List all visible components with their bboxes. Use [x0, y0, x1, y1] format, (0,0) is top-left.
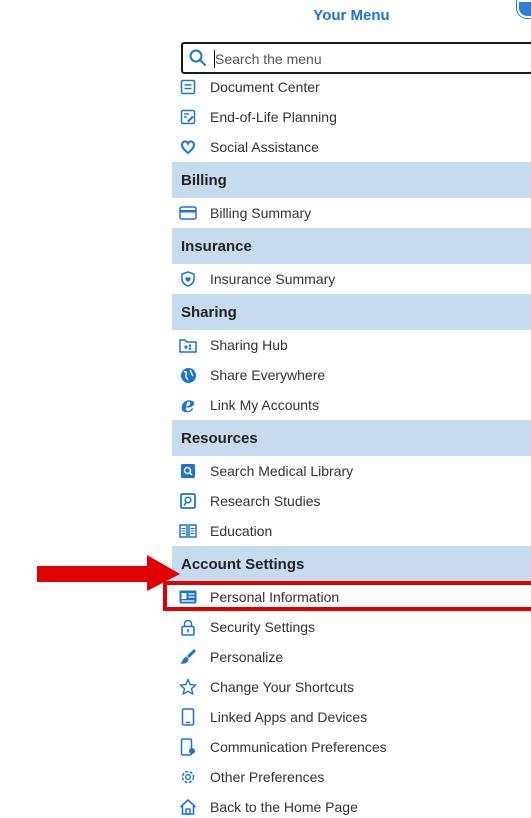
search-input[interactable] [215, 47, 515, 71]
menu-item-label: Share Everywhere [210, 367, 326, 383]
menu-item-label: Sharing Hub [210, 337, 288, 353]
globe-icon [179, 366, 197, 384]
menu-item-end-of-life-planning[interactable]: End-of-Life Planning [172, 102, 531, 132]
section-title: Billing [181, 172, 227, 189]
menu-item-back-to-home-page[interactable]: Back to the Home Page [172, 792, 531, 818]
section-header-sharing: Sharing [172, 294, 531, 330]
library-search-icon [179, 462, 197, 480]
menu-item-research-studies[interactable]: Research Studies [172, 486, 531, 516]
menu-item-billing-summary[interactable]: Billing Summary [172, 198, 531, 228]
menu-item-label: Other Preferences [210, 769, 325, 785]
menu-item-label: Communication Preferences [210, 739, 387, 755]
menu-item-label: Social Assistance [210, 139, 319, 155]
menu-item-personalize[interactable]: Personalize [172, 642, 531, 672]
lock-icon [179, 618, 197, 636]
home-icon [179, 798, 197, 816]
menu-item-label: Change Your Shortcuts [210, 679, 354, 695]
menu-panel: Your Menu Document Center End-of-Life Pl… [172, 0, 531, 818]
menu-item-label: Billing Summary [210, 205, 312, 221]
section-header-resources: Resources [172, 420, 531, 456]
shield-icon [179, 270, 197, 288]
menu-item-label: Research Studies [210, 493, 321, 509]
credit-card-icon [179, 204, 197, 222]
section-header-account-settings: Account Settings [172, 546, 531, 582]
menu-item-communication-preferences[interactable]: Communication Preferences [172, 732, 531, 762]
menu-item-label: Insurance Summary [210, 271, 336, 287]
menu-item-link-my-accounts[interactable]: e Link My Accounts [172, 390, 531, 420]
menu-item-change-your-shortcuts[interactable]: Change Your Shortcuts [172, 672, 531, 702]
gear-icon [179, 768, 197, 786]
menu-item-label: Link My Accounts [210, 397, 319, 413]
menu-title: Your Menu [313, 7, 390, 24]
menu-item-search-medical-library[interactable]: Search Medical Library [172, 456, 531, 486]
annotation-arrow [37, 555, 180, 591]
menu-item-label: Document Center [210, 79, 320, 95]
sharing-hub-icon [179, 336, 197, 354]
menu-item-other-preferences[interactable]: Other Preferences [172, 762, 531, 792]
menu-item-label: Search Medical Library [210, 463, 354, 479]
heart-hand-icon [179, 138, 197, 156]
menu-item-label: Personalize [210, 649, 284, 665]
menu-item-label: Linked Apps and Devices [210, 709, 368, 725]
menu-item-label: Education [210, 523, 273, 539]
search-box[interactable] [181, 42, 531, 74]
menu-list[interactable]: Document Center End-of-Life Planning Soc… [172, 77, 531, 818]
section-header-insurance: Insurance [172, 228, 531, 264]
menu-item-education[interactable]: Education [172, 516, 531, 546]
section-title: Resources [181, 430, 258, 447]
paintbrush-icon [179, 648, 197, 666]
search-icon [189, 49, 207, 67]
menu-item-security-settings[interactable]: Security Settings [172, 612, 531, 642]
phone-notification-icon [179, 738, 197, 756]
menu-item-label: Back to the Home Page [210, 799, 358, 815]
research-icon [179, 492, 197, 510]
document-edit-icon [179, 108, 197, 126]
menu-item-linked-apps-and-devices[interactable]: Linked Apps and Devices [172, 702, 531, 732]
menu-item-social-assistance[interactable]: Social Assistance [172, 132, 531, 162]
section-header-billing: Billing [172, 162, 531, 198]
menu-item-document-center[interactable]: Document Center [172, 77, 531, 102]
annotation-highlight-box [163, 581, 531, 611]
section-title: Insurance [181, 238, 252, 255]
menu-item-insurance-summary[interactable]: Insurance Summary [172, 264, 531, 294]
document-icon [179, 78, 197, 96]
menu-item-sharing-hub[interactable]: Sharing Hub [172, 330, 531, 360]
star-icon [179, 678, 197, 696]
section-title: Sharing [181, 304, 237, 321]
menu-item-label: End-of-Life Planning [210, 109, 337, 125]
link-e-icon: e [181, 392, 195, 418]
menu-item-label: Security Settings [210, 619, 316, 635]
section-title: Account Settings [181, 556, 305, 573]
phone-icon [179, 708, 197, 726]
book-icon [179, 522, 197, 540]
menu-item-share-everywhere[interactable]: Share Everywhere [172, 360, 531, 390]
